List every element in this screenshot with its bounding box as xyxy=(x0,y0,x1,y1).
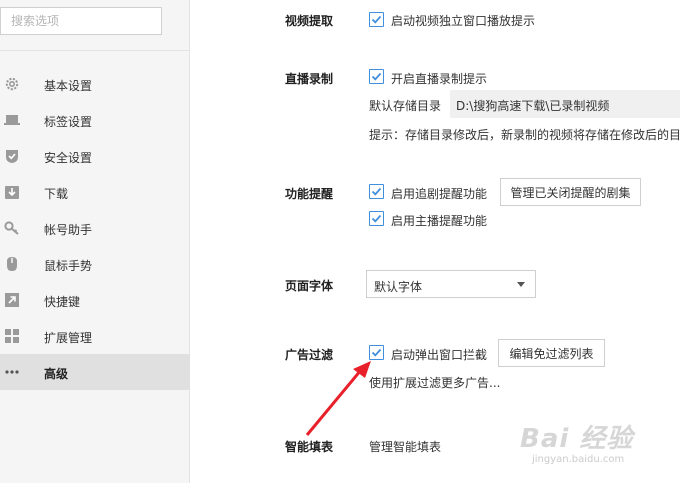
laptop-icon xyxy=(4,112,20,128)
shield-check-icon xyxy=(4,148,20,164)
live-record-checkbox[interactable] xyxy=(369,69,384,84)
key-icon xyxy=(4,220,20,236)
chevron-down-icon xyxy=(517,282,525,287)
video-popup-label: 启动视频独立窗口播放提示 xyxy=(391,14,536,28)
sidebar-item-advanced[interactable]: 高级 xyxy=(0,354,190,390)
streamer-reminder-label: 启用主播提醒功能 xyxy=(391,214,488,228)
popup-block-label: 启动弹出窗口拦截 xyxy=(391,348,488,362)
sidebar-item-basic[interactable]: 基本设置 xyxy=(0,66,190,102)
watermark-url: jingyan.baidu.com xyxy=(532,454,625,465)
live-record-label: 开启直播录制提示 xyxy=(391,72,488,86)
checkmark-icon xyxy=(371,348,382,357)
baidu-watermark: Bai 经验 jingyan.baidu.com xyxy=(520,418,670,478)
sidebar-item-label: 快捷键 xyxy=(44,295,81,309)
storage-path-value: D:\搜狗高速下载\已录制视频 xyxy=(456,99,610,113)
sidebar-item-label: 基本设置 xyxy=(44,79,93,93)
section-title-autofill: 智能填表 xyxy=(285,440,334,454)
video-popup-checkbox[interactable] xyxy=(369,12,384,27)
more-dots-icon xyxy=(4,364,20,380)
sidebar-item-label: 标签设置 xyxy=(44,115,93,129)
font-select[interactable]: 默认字体 xyxy=(366,270,536,298)
sidebar-nav: 基本设置 标签设置 安全设置 下载 帐号助手 鼠标手势 快捷键 扩展管理 高级 xyxy=(0,66,190,390)
shortcut-arrow-icon xyxy=(4,292,20,308)
sidebar-item-label: 扩展管理 xyxy=(44,331,93,345)
sidebar-item-label: 帐号助手 xyxy=(44,223,93,237)
search-input[interactable] xyxy=(1,8,161,34)
download-icon xyxy=(4,184,20,200)
annotation-arrow-icon xyxy=(305,361,371,436)
sidebar-item-label: 鼠标手势 xyxy=(44,259,93,273)
sidebar-item-label: 安全设置 xyxy=(44,151,93,165)
sidebar-item-extensions[interactable]: 扩展管理 xyxy=(0,318,190,354)
watermark-logo: Bai 经验 xyxy=(520,424,634,454)
search-box[interactable] xyxy=(0,7,162,35)
section-title-font: 页面字体 xyxy=(285,279,334,293)
sidebar-item-download[interactable]: 下载 xyxy=(0,174,190,210)
extension-filter-link[interactable]: 使用扩展过滤更多广告... xyxy=(369,374,500,391)
sidebar-item-label: 高级 xyxy=(44,367,69,381)
checkmark-icon xyxy=(371,15,382,24)
section-title-live: 直播录制 xyxy=(285,72,334,86)
checkmark-icon xyxy=(371,187,382,196)
manage-closed-reminders-button[interactable]: 管理已关闭提醒的剧集 xyxy=(500,178,641,206)
sidebar-item-tabs[interactable]: 标签设置 xyxy=(0,102,190,138)
sidebar-item-account[interactable]: 帐号助手 xyxy=(0,210,190,246)
section-title-video: 视频提取 xyxy=(285,14,334,28)
sidebar-divider xyxy=(0,50,190,51)
popup-block-checkbox[interactable] xyxy=(369,345,384,360)
sidebar-item-mouse-gestures[interactable]: 鼠标手势 xyxy=(0,246,190,282)
extensions-icon xyxy=(4,328,20,344)
font-select-value: 默认字体 xyxy=(374,280,423,294)
drama-reminder-checkbox[interactable] xyxy=(369,184,384,199)
settings-sidebar: 基本设置 标签设置 安全设置 下载 帐号助手 xyxy=(0,0,190,483)
checkmark-icon xyxy=(371,72,382,81)
storage-hint-text: 提示：存储目录修改后，新录制的视频将存储在修改后的目 xyxy=(369,128,680,142)
manage-autofill-link[interactable]: 管理智能填表 xyxy=(369,438,441,455)
streamer-reminder-checkbox[interactable] xyxy=(369,211,384,226)
storage-path-field[interactable]: D:\搜狗高速下载\已录制视频 xyxy=(450,90,680,118)
edit-whitelist-button[interactable]: 编辑免过滤列表 xyxy=(498,339,605,367)
mouse-icon xyxy=(4,256,20,272)
sidebar-item-security[interactable]: 安全设置 xyxy=(0,138,190,174)
sidebar-item-shortcuts[interactable]: 快捷键 xyxy=(0,282,190,318)
section-title-reminder: 功能提醒 xyxy=(285,187,334,201)
sidebar-item-label: 下载 xyxy=(44,187,69,201)
storage-dir-label: 默认存储目录 xyxy=(369,99,442,113)
advanced-settings-panel: 视频提取 启动视频独立窗口播放提示 直播录制 开启直播录制提示 默认存储目录 D… xyxy=(191,0,680,483)
drama-reminder-label: 启用追剧提醒功能 xyxy=(391,187,488,201)
checkmark-icon xyxy=(371,214,382,223)
gear-icon xyxy=(4,76,20,92)
